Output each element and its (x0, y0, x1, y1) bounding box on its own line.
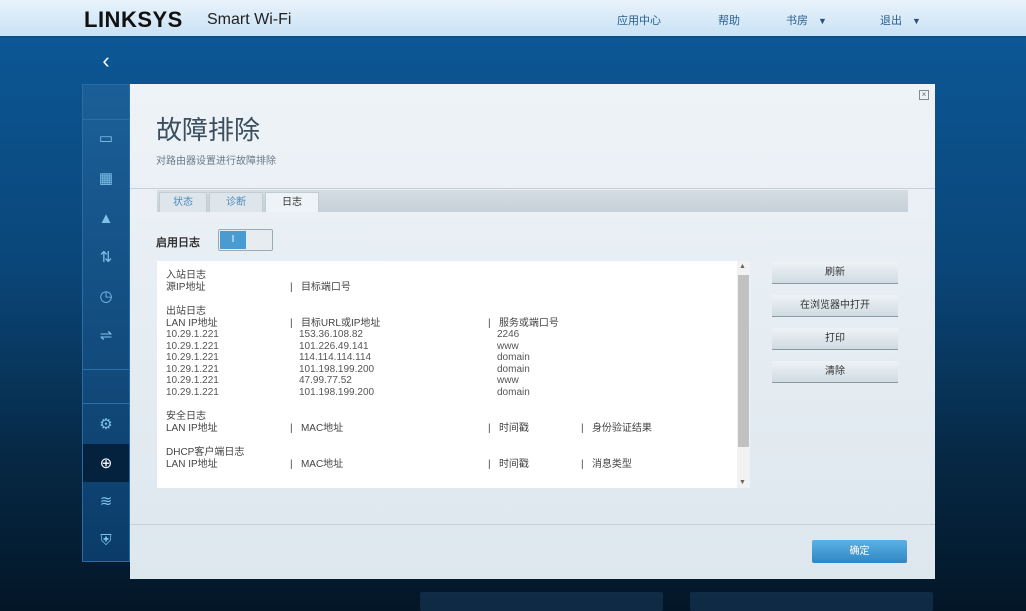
log-cell: 114.114.114.114 (299, 352, 372, 363)
tab-logs[interactable]: 日志 (265, 192, 319, 212)
ok-button[interactable]: 确定 (812, 540, 907, 563)
sidebar: ▭ ▦ ▲ ⇅ ◷ ⇌ ⚙ ⊕ ≋ ⛨ (82, 84, 130, 562)
linksys-logo: LINKSYS (84, 7, 183, 32)
log-cell: 101.226.49.141 (299, 340, 369, 352)
clear-button[interactable]: 清除 (772, 361, 898, 383)
incoming-log-title: 入站日志 (166, 270, 206, 281)
log-cell: 101.198.199.200 (299, 386, 375, 398)
parental-controls-icon[interactable]: ▦ (83, 159, 129, 197)
log-cell: 101.198.199.200 (299, 363, 375, 375)
back-button[interactable]: ‹ (82, 40, 130, 82)
troubleshooting-icon[interactable]: ⊕ (83, 444, 129, 482)
security-log-title: 安全日志 (166, 411, 206, 422)
security-shield-icon[interactable]: ⛨ (83, 521, 129, 559)
log-row: 10.29.1.221 101.198.199.200 domain (166, 387, 736, 399)
log-cell: 153.36.108.82 (299, 329, 363, 340)
log-row: 10.29.1.221 101.198.199.200 domain (166, 364, 736, 376)
background-widget (420, 592, 663, 611)
log-row: 10.29.1.221 47.99.77.52 www (166, 375, 736, 387)
dhcp-log-header: LAN IP地址 | MAC地址 | 时间戳 | 消息类型 (166, 458, 632, 470)
outgoing-log-title: 出站日志 (166, 306, 206, 317)
nav-logout-dropdown[interactable]: 退出 ▼ (880, 12, 921, 28)
scrollbar-thumb[interactable] (738, 275, 749, 447)
troubleshooting-dialog: × 故障排除 对路由器设置进行故障排除 状态 诊断 日志 启用日志 I 入站日志… (130, 84, 935, 579)
chevron-left-icon: ‹ (102, 48, 110, 73)
log-cell: www (497, 375, 519, 386)
wifi-settings-icon[interactable]: ≋ (83, 482, 129, 520)
log-cell: 10.29.1.221 (166, 340, 219, 352)
security-log-header: LAN IP地址 | MAC地址 | 时间戳 | 身份验证结果 (166, 422, 652, 434)
divider (130, 524, 935, 525)
log-row: 10.29.1.221 114.114.114.114 domain (166, 352, 736, 364)
log-row: 10.29.1.221 153.36.108.82 2246 (166, 329, 736, 341)
scroll-down-icon[interactable]: ▼ (739, 479, 746, 486)
close-icon[interactable]: × (919, 90, 929, 100)
print-button[interactable]: 打印 (772, 328, 898, 350)
log-cell: 10.29.1.221 (166, 329, 219, 340)
tab-diagnostics[interactable]: 诊断 (209, 192, 263, 212)
usb-storage-icon[interactable]: ⇌ (83, 316, 129, 354)
nav-app-center[interactable]: 应用中心 (617, 12, 661, 28)
log-cell: www (497, 340, 519, 352)
outgoing-log-header: LAN IP地址 | 目标URL或IP地址 | 服务或端口号 (166, 317, 559, 329)
priority-icon[interactable]: ⇅ (83, 238, 129, 276)
divider (83, 369, 129, 370)
devices-icon[interactable]: ▭ (83, 119, 129, 157)
log-cell: 47.99.77.52 (299, 375, 352, 386)
nav-help[interactable]: 帮助 (718, 12, 740, 28)
enable-log-toggle[interactable]: I (218, 229, 273, 251)
top-header: LINKSYS Smart Wi-Fi 应用中心 帮助 书房 ▼ 退出 ▼ (0, 0, 1026, 38)
settings-gear-icon[interactable]: ⚙ (83, 405, 129, 443)
log-cell: 10.29.1.221 (166, 375, 219, 386)
log-row: 10.29.1.221 101.226.49.141 www (166, 341, 736, 353)
page-subtitle: 对路由器设置进行故障排除 (156, 156, 276, 167)
log-scrollbar[interactable]: ▲ ▼ (737, 261, 750, 488)
incoming-log-header: 源IP地址 | 目标端口号 (166, 281, 351, 293)
caret-down-icon: ▼ (818, 16, 827, 26)
speed-test-icon[interactable]: ◷ (83, 277, 129, 315)
log-cell: domain (497, 363, 530, 375)
caret-down-icon: ▼ (912, 16, 921, 26)
brand-subtitle: Smart Wi-Fi (207, 11, 292, 28)
log-cell: 10.29.1.221 (166, 386, 219, 398)
log-cell: 10.29.1.221 (166, 363, 219, 375)
nav-router-dropdown[interactable]: 书房 ▼ (786, 12, 827, 28)
background-widget (690, 592, 933, 611)
open-in-browser-button[interactable]: 在浏览器中打开 (772, 295, 898, 317)
refresh-button[interactable]: 刷新 (772, 262, 898, 284)
divider (130, 188, 935, 189)
alert-icon[interactable]: ▲ (83, 199, 129, 237)
tab-bar: 状态 诊断 日志 (157, 190, 908, 212)
log-cell: domain (497, 386, 530, 398)
enable-log-label: 启用日志 (156, 237, 200, 249)
log-cell: 10.29.1.221 (166, 352, 219, 363)
page-title: 故障排除 (156, 115, 261, 145)
log-cell: domain (497, 352, 530, 363)
log-viewer[interactable]: 入站日志 源IP地址 | 目标端口号 出站日志 LAN IP地址 | 目标URL或I… (157, 261, 750, 488)
toggle-on-indicator: I (220, 231, 246, 249)
log-cell: 2246 (497, 329, 520, 340)
scroll-up-icon[interactable]: ▲ (739, 263, 746, 270)
tab-status[interactable]: 状态 (159, 192, 207, 212)
dhcp-log-title: DHCP客户端日志 (166, 447, 245, 458)
divider (83, 403, 129, 404)
